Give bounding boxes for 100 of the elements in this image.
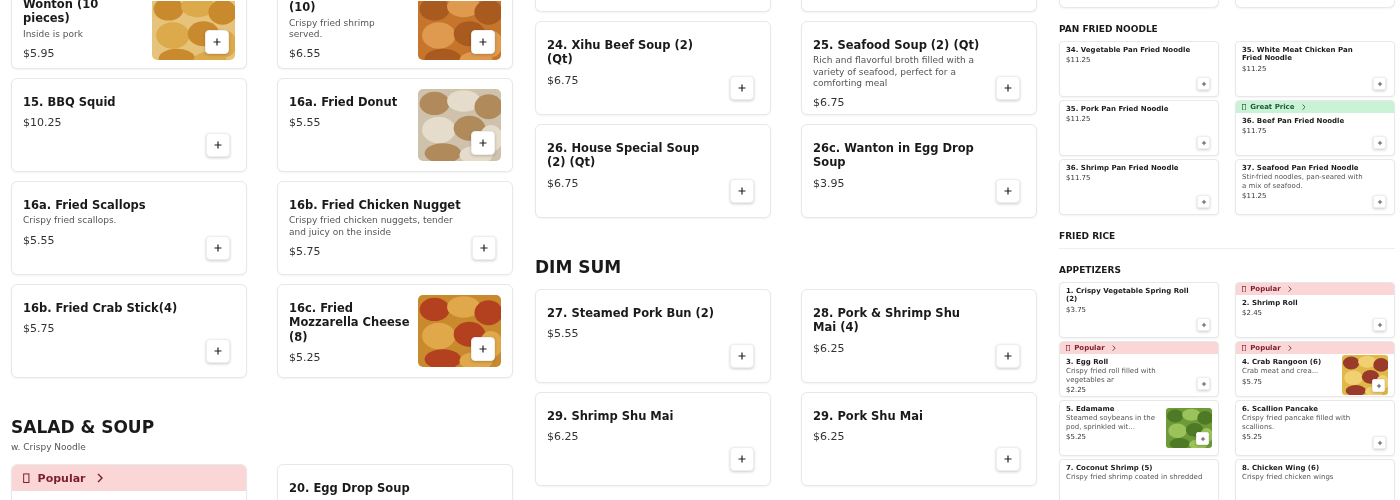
menu-item-card[interactable]: 28. Pork & Shrimp Shu Mai (4) $6.25 [801,289,1037,383]
menu-item-card[interactable]: 29. Pork Shu Mai $6.25 [801,392,1037,486]
plus-icon [1376,80,1383,87]
item-description: Crispy fried scallops. [23,215,118,227]
item-price: $6.25 [813,341,846,355]
add-button[interactable] [1373,77,1386,90]
add-button[interactable] [471,131,495,155]
section-heading: APPETIZERS [1059,265,1122,276]
menu-item-card[interactable]: 20. Egg Drop Soup [277,464,513,500]
plus-icon [1003,186,1013,196]
add-button[interactable] [1197,77,1210,90]
add-button[interactable] [996,447,1020,471]
item-name: 16a. Fried Donut [289,95,399,110]
menu-item-card[interactable]: 26. House Special Soup (2) (Qt) $6.75 [535,124,771,218]
item-price: $5.95 [23,47,56,60]
plus-icon [1199,435,1206,442]
item-price: $5.55 [289,116,322,130]
menu-item-card[interactable]: Popular [11,464,247,500]
menu-item-card[interactable]: 16c. Fried Mozzarella Cheese (8) $5.25 [277,284,513,378]
add-button[interactable] [471,30,495,54]
add-button[interactable] [206,133,230,157]
menu-item-card[interactable]: 24. Xihu Beef Soup (2) (Qt) $6.75 [535,21,771,115]
plus-icon [212,37,222,47]
item-price: $5.75 [289,244,322,258]
promo-banner[interactable]: Popular [12,465,246,491]
menu-item-card[interactable]: 15. BBQ Squid $10.25 [11,78,247,172]
add-button[interactable] [730,344,754,368]
add-button[interactable] [996,344,1020,368]
item-name: (10) [289,0,317,15]
item-price: $6.25 [813,430,846,444]
plus-icon [213,346,223,356]
plus-icon [1376,198,1383,205]
add-button[interactable] [996,76,1020,100]
plus-icon [1003,351,1013,361]
item-price: $6.75 [547,73,580,87]
add-button[interactable] [206,339,230,363]
plus-icon [737,83,747,93]
item-price: $5.55 [547,327,580,341]
add-button[interactable] [472,236,496,260]
item-name: 29. Pork Shu Mai [813,409,924,424]
section-heading: PAN FRIED NOODLE [1059,24,1159,35]
item-name: 29. Shrimp Shu Mai [547,409,675,424]
add-button[interactable] [1197,136,1210,149]
item-description: Crispy fried chicken nuggets, tender and juicy on the inside [289,215,454,238]
item-name: 15. BBQ Squid [23,95,117,110]
menu-item-card[interactable]: 16b. Fried Crab Stick(4) $5.75 [11,284,247,378]
box-icon [1242,103,1247,111]
plus-icon [1375,382,1382,389]
item-price: $5.25 [289,351,322,365]
add-button[interactable] [1372,379,1385,392]
item-price: $6.55 [289,47,322,60]
plus-icon [478,37,488,47]
plus-icon [1003,454,1013,464]
chevron-icon [1287,285,1292,293]
plus-icon [1200,198,1207,205]
item-name: 20. Egg Drop Soup [289,481,411,496]
item-name: 16b. Fried Crab Stick(4) [23,301,179,316]
item-price: $5.55 [23,233,56,247]
add-button[interactable] [1373,195,1386,208]
add-button[interactable] [1197,195,1210,208]
box-icon [1242,344,1247,352]
add-button[interactable] [205,30,229,54]
plus-icon [1200,80,1207,87]
box-icon [23,472,30,484]
add-button[interactable] [1373,136,1386,149]
plus-icon [478,344,488,354]
menu-item-card[interactable]: 27. Steamed Pork Bun (2) $5.55 [535,289,771,383]
add-button[interactable] [730,179,754,203]
add-button[interactable] [1373,318,1386,331]
add-button[interactable] [730,76,754,100]
menu-item-card[interactable]: 26c. Wanton in Egg Drop Soup $3.95 [801,124,1037,218]
add-button[interactable] [996,179,1020,203]
add-button[interactable] [1196,432,1209,445]
item-name: 27. Steamed Pork Bun (2) [547,306,716,321]
add-button[interactable] [730,447,754,471]
plus-icon [478,138,488,148]
menu-item-card[interactable]: Wonton (10 pieces) Inside is pork $5.95 [11,0,247,69]
menu-item-card[interactable]: 29. Shrimp Shu Mai $6.25 [535,392,771,486]
plus-icon [1376,321,1383,328]
item-name: 26. House Special Soup (2) (Qt) [547,141,701,170]
plus-icon [1200,321,1207,328]
menu-item-card[interactable]: 16a. Fried Scallops Crispy fried scallops. $5.55 [11,181,247,275]
add-button[interactable] [1197,377,1210,390]
menu-item-card[interactable]: (10) Crispy fried shrimp served. $6.55 [277,0,513,69]
item-price: $6.75 [813,96,846,110]
menu-item-card[interactable]: 25. Seafood Soup (2) (Qt) Rich and flavorful broth filled with a variety of seafood, perfect for a comforting meal $6.75 [801,21,1037,115]
item-description: Inside is pork [23,28,84,40]
chevron-icon [1287,344,1292,352]
add-button[interactable] [206,236,230,260]
section-heading: DIM SUM [535,256,623,278]
chevron-icon [1111,344,1116,352]
add-button[interactable] [1197,318,1210,331]
menu-item-card[interactable]: 16b. Fried Chicken Nugget Crispy fried chicken nuggets, tender and juicy on the inside $5.75 [277,181,513,275]
item-price: $6.25 [547,430,580,444]
item-description: Crispy fried shrimp served. [289,17,376,40]
section-subtitle: w. Crispy Noodle [11,442,87,452]
add-button[interactable] [1373,436,1386,449]
add-button[interactable] [471,337,495,361]
item-name: Wonton (10 pieces) [23,0,100,26]
menu-item-card[interactable]: 16a. Fried Donut $5.55 [277,78,513,172]
